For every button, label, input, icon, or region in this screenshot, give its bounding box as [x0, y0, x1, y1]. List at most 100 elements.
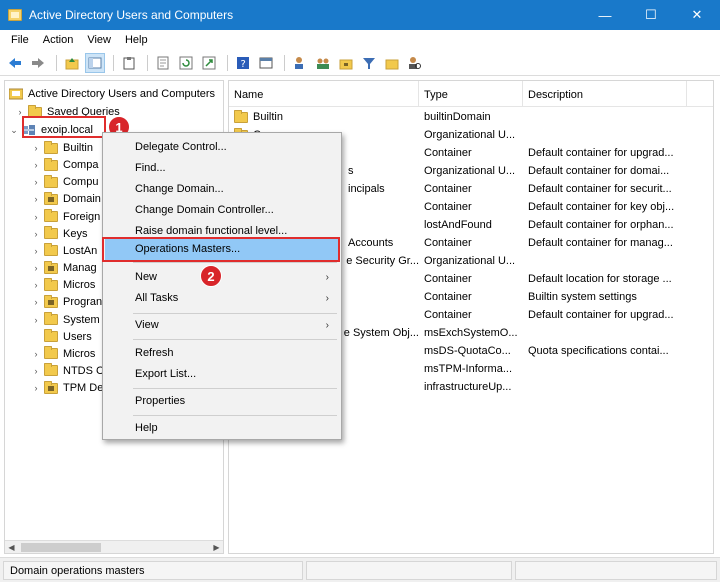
new-group-icon[interactable]	[313, 53, 333, 73]
menu-item-label: New	[135, 271, 158, 283]
chevron-right-icon[interactable]: ›	[31, 280, 41, 290]
chevron-right-icon[interactable]: ›	[31, 143, 41, 153]
menu-item-change-domain-controller[interactable]: Change Domain Controller...	[105, 200, 339, 221]
tree-item-child[interactable]: › Domain	[31, 190, 101, 208]
menu-view[interactable]: View	[80, 34, 118, 46]
clipboard-icon[interactable]	[119, 53, 139, 73]
list-item-name-text: incipals	[348, 183, 385, 195]
toolbar-separator	[227, 54, 228, 71]
tree-item-child[interactable]: › Keys	[31, 225, 87, 243]
column-header-name[interactable]: Name	[229, 81, 419, 107]
menu-file[interactable]: File	[4, 34, 36, 46]
status-cell	[515, 561, 717, 580]
scroll-right-icon[interactable]: ▶	[210, 541, 223, 554]
chevron-right-icon[interactable]: ›	[31, 297, 41, 307]
chevron-down-icon[interactable]: ⌄	[9, 125, 19, 136]
add-to-group-icon[interactable]	[382, 53, 402, 73]
menu-separator	[133, 262, 337, 263]
tree-item-child[interactable]: › Micros	[31, 345, 95, 363]
menu-item-all-tasks[interactable]: All Tasks ›	[105, 288, 339, 309]
scroll-left-icon[interactable]: ◀	[5, 541, 18, 554]
help-icon[interactable]: ?	[233, 53, 253, 73]
new-ou-icon[interactable]	[336, 53, 356, 73]
svg-text:?: ?	[241, 59, 246, 70]
tree-item-child[interactable]: › Progran	[31, 293, 102, 311]
back-icon[interactable]	[5, 53, 25, 73]
tree-horizontal-scrollbar[interactable]: ◀ ▶	[5, 540, 223, 553]
forward-icon[interactable]	[28, 53, 48, 73]
menu-item-view[interactable]: View ›	[105, 315, 339, 336]
tree-item-child[interactable]: › LostAn	[31, 242, 97, 260]
menu-item-change-domain[interactable]: Change Domain...	[105, 179, 339, 200]
tree-root[interactable]: Active Directory Users and Computers	[9, 85, 215, 103]
callout-highlight-operations-masters	[102, 237, 340, 262]
tree-item-child[interactable]: › NTDS C	[31, 362, 104, 380]
console-icon[interactable]	[256, 53, 276, 73]
find-user-icon[interactable]	[405, 53, 425, 73]
tree-item-child[interactable]: › Micros	[31, 276, 95, 294]
chevron-right-icon[interactable]: ›	[31, 160, 41, 170]
tree-item-child[interactable]: Users	[31, 328, 92, 346]
chevron-right-icon[interactable]: ›	[31, 246, 41, 256]
minimize-button[interactable]: —	[582, 0, 628, 30]
close-button[interactable]: ✕	[674, 0, 720, 30]
tree-item-child[interactable]: › Compu	[31, 173, 98, 191]
tree-item-label: Progran	[63, 296, 103, 309]
menu-help[interactable]: Help	[118, 34, 155, 46]
chevron-right-icon[interactable]: ›	[31, 383, 41, 393]
menu-item-properties[interactable]: Properties	[105, 391, 339, 412]
list-item-type: Container	[424, 183, 472, 195]
tree-item-child[interactable]: › Compa	[31, 156, 98, 174]
list-item-name: Builtin	[234, 108, 419, 126]
list-item-type: msExchSystemO...	[424, 327, 518, 339]
status-bar: Domain operations masters	[0, 557, 720, 582]
menu-item-find[interactable]: Find...	[105, 158, 339, 179]
chevron-right-icon[interactable]: ›	[31, 229, 41, 239]
list-item-description	[528, 360, 708, 378]
chevron-right-icon[interactable]: ›	[31, 194, 41, 204]
list-item-description: Default container for securit...	[528, 183, 672, 195]
tree-item-child[interactable]: › Manag	[31, 259, 97, 277]
menu-action[interactable]: Action	[36, 34, 81, 46]
folder-icon	[44, 226, 58, 240]
tree-item-child[interactable]: › TPM De	[31, 379, 103, 397]
new-user-icon[interactable]	[290, 53, 310, 73]
refresh-icon[interactable]	[176, 53, 196, 73]
tree-item-child[interactable]: › Builtin	[31, 139, 93, 157]
chevron-right-icon[interactable]: ›	[31, 177, 41, 187]
submenu-arrow-icon: ›	[325, 320, 329, 331]
tree-item-label: NTDS C	[63, 364, 104, 377]
list-item[interactable]: Builtin builtinDomain	[229, 108, 713, 126]
tree-item-label: Foreign	[63, 210, 101, 223]
tree-item-child[interactable]: › Foreign	[31, 208, 100, 226]
callout-badge-2: 2	[200, 265, 222, 287]
up-folder-icon[interactable]	[62, 53, 82, 73]
menu-item-refresh[interactable]: Refresh	[105, 343, 339, 364]
console-root-icon	[9, 88, 23, 100]
list-item-description	[528, 108, 708, 126]
menu-separator	[133, 388, 337, 389]
tree-item-label: TPM De	[63, 382, 104, 395]
chevron-right-icon[interactable]: ›	[31, 263, 41, 273]
properties-icon[interactable]	[153, 53, 173, 73]
export-icon[interactable]	[199, 53, 219, 73]
show-tree-icon[interactable]	[85, 52, 105, 73]
submenu-arrow-icon: ›	[325, 293, 329, 304]
chevron-right-icon[interactable]: ›	[31, 349, 41, 359]
chevron-right-icon[interactable]: ›	[31, 366, 41, 376]
context-menu: Delegate Control... Find... Change Domai…	[102, 132, 342, 440]
chevron-right-icon[interactable]: ›	[31, 212, 41, 222]
column-header-type[interactable]: Type	[419, 81, 523, 107]
menu-item-delegate-control[interactable]: Delegate Control...	[105, 137, 339, 158]
scrollbar-thumb[interactable]	[21, 543, 101, 552]
menu-item-help[interactable]: Help	[105, 418, 339, 439]
menu-item-new[interactable]: New ›	[105, 267, 339, 288]
maximize-button[interactable]: ☐	[628, 0, 674, 30]
column-header-description[interactable]: Description	[523, 81, 687, 107]
toolbar-separator	[284, 54, 285, 71]
toolbar: ?	[0, 50, 720, 76]
tree-item-child[interactable]: › System	[31, 311, 100, 329]
chevron-right-icon[interactable]: ›	[31, 315, 41, 325]
filter-icon[interactable]	[359, 53, 379, 73]
menu-item-export-list[interactable]: Export List...	[105, 364, 339, 385]
